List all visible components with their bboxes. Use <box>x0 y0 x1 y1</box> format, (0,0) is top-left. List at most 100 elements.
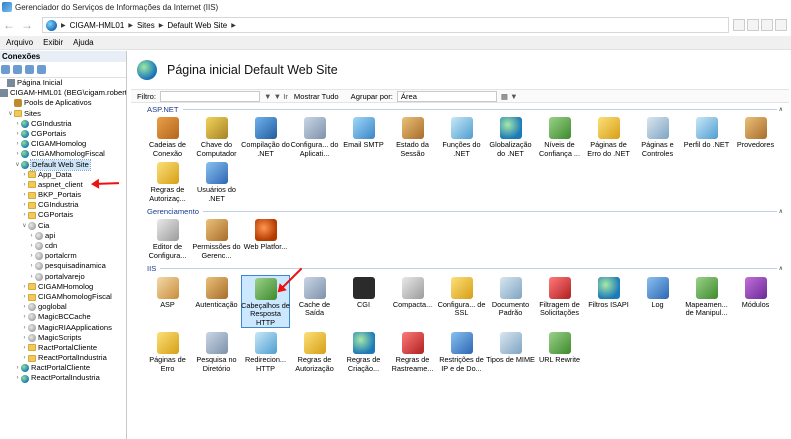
breadcrumb-server[interactable]: CIGAM-HML01 <box>70 21 125 30</box>
chevron-right-icon[interactable]: › <box>21 210 28 220</box>
chevron-right-icon[interactable]: › <box>21 190 28 200</box>
go-button[interactable]: ▼ ▼ Ir <box>264 92 288 101</box>
up-icon[interactable] <box>25 65 34 74</box>
chevron-right-icon[interactable]: › <box>21 302 28 312</box>
menu-arquivo[interactable]: Arquivo <box>6 38 33 47</box>
stop-icon[interactable] <box>733 19 745 31</box>
tree-node[interactable]: › MagicRIAApplications <box>0 323 126 333</box>
chevron-right-icon[interactable]: › <box>28 231 35 241</box>
tree-node[interactable]: › CGIndustria <box>0 119 126 129</box>
chevron-right-icon[interactable]: › <box>21 180 28 190</box>
chevron-down-icon[interactable]: ∨ <box>7 109 14 119</box>
tree-node[interactable]: › goglobal <box>0 302 126 312</box>
feature-item[interactable]: Mapeamen... de Manipul... <box>682 275 731 329</box>
chevron-right-icon[interactable]: › <box>21 323 28 333</box>
feature-item[interactable]: Regras de Criação... <box>339 330 388 373</box>
chevron-right-icon[interactable]: › <box>14 373 21 383</box>
chevron-right-icon[interactable]: ▶ <box>61 22 66 29</box>
feature-item[interactable]: Editor de Configura... <box>143 217 192 260</box>
feature-item[interactable]: Níveis de Confiança ... <box>535 115 584 158</box>
tree-node[interactable]: › CGPortais <box>0 129 126 139</box>
chevron-right-icon[interactable]: › <box>14 139 21 149</box>
view-icon[interactable]: ▦ ▼ <box>501 92 518 101</box>
feature-item[interactable]: Compilação do .NET <box>241 115 290 158</box>
tree-node[interactable]: › portalcrm <box>0 251 126 261</box>
chevron-right-icon[interactable]: › <box>14 129 21 139</box>
feature-item[interactable]: Perfil do .NET <box>682 115 731 158</box>
tree-node[interactable]: › CGPortais <box>0 210 126 220</box>
feature-item[interactable]: CGI <box>339 275 388 329</box>
collapse-icon[interactable]: ∧ <box>779 106 783 113</box>
chevron-right-icon[interactable]: › <box>21 312 28 322</box>
chevron-right-icon[interactable]: › <box>28 272 35 282</box>
feature-item[interactable]: Email SMTP <box>339 115 388 158</box>
feature-item[interactable]: Chave do Computador <box>192 115 241 158</box>
chevron-right-icon[interactable]: › <box>14 363 21 373</box>
tree-node[interactable]: › CIGAMHomolog <box>0 282 126 292</box>
tree-node[interactable]: Página Inicial <box>0 78 126 88</box>
save-icon[interactable] <box>13 65 22 74</box>
feature-item[interactable]: URL Rewrite <box>535 330 584 373</box>
section-header[interactable]: ASP.NET ∧ <box>129 103 791 115</box>
tree-node[interactable]: › ReactPortalIndustria <box>0 353 126 363</box>
chevron-right-icon[interactable]: › <box>21 170 28 180</box>
feature-item[interactable]: Tipos de MIME <box>486 330 535 373</box>
chevron-right-icon[interactable]: › <box>28 261 35 271</box>
feature-item[interactable]: Filtragem de Solicitações <box>535 275 584 329</box>
connections-icon[interactable] <box>37 65 46 74</box>
back-arrow-icon[interactable]: ← <box>0 16 18 34</box>
tree-node[interactable]: › MagicScripts <box>0 333 126 343</box>
feature-item[interactable]: Estado da Sessão <box>388 115 437 158</box>
refresh-icon[interactable] <box>747 19 759 31</box>
feature-item[interactable]: Documento Padrão <box>486 275 535 329</box>
tree-node[interactable]: › RactPortalCliente <box>0 343 126 353</box>
tree-node[interactable]: › App_Data <box>0 170 126 180</box>
section-header[interactable]: IIS ∧ <box>129 263 791 275</box>
help-icon[interactable] <box>775 19 787 31</box>
forward-arrow-icon[interactable]: → <box>18 16 36 34</box>
feature-item[interactable]: Permissões do Gerenc... <box>192 217 241 260</box>
tree-node[interactable]: › ReactPortalIndustria <box>0 373 126 383</box>
tree-node[interactable]: ∨ Default Web Site <box>0 158 126 171</box>
breadcrumb-site[interactable]: Default Web Site <box>167 21 227 30</box>
tree-node[interactable]: › CIGAMhomologFiscal <box>0 149 126 159</box>
tree-node[interactable]: › BKP_Portais <box>0 190 126 200</box>
chevron-right-icon[interactable]: › <box>21 353 28 363</box>
chevron-right-icon[interactable]: › <box>28 241 35 251</box>
filter-input[interactable] <box>159 90 260 102</box>
chevron-right-icon[interactable]: › <box>14 119 21 129</box>
tree-node[interactable]: › CGIndustria <box>0 200 126 210</box>
chevron-right-icon[interactable]: › <box>21 343 28 353</box>
feature-item[interactable]: Cache de Saída <box>290 275 339 329</box>
feature-item[interactable]: Usuários do .NET <box>192 160 241 203</box>
tree-node[interactable]: › CIGAMhomologFiscal <box>0 292 126 302</box>
feature-item[interactable]: ASP <box>143 275 192 329</box>
feature-item[interactable]: Funções do .NET <box>437 115 486 158</box>
tree-node[interactable]: Pools de Aplicativos <box>0 98 126 108</box>
chevron-right-icon[interactable]: ▶ <box>128 22 133 29</box>
chevron-right-icon[interactable]: › <box>21 200 28 210</box>
tree-node[interactable]: ∨ Sites <box>0 109 126 119</box>
feature-item[interactable]: Páginas de Erro do .NET <box>584 115 633 158</box>
feature-item[interactable]: Filtros ISAPI <box>584 275 633 329</box>
section-header[interactable]: Gerenciamento ∧ <box>129 205 791 217</box>
tree-node[interactable]: › portalvarejo <box>0 272 126 282</box>
feature-item[interactable]: Log <box>633 275 682 329</box>
group-by-select[interactable]: Área <box>396 90 497 102</box>
show-all-button[interactable]: Mostrar Tudo <box>294 92 339 101</box>
chevron-right-icon[interactable]: › <box>28 251 35 261</box>
feature-item[interactable]: Pesquisa no Diretório <box>192 330 241 373</box>
feature-item[interactable]: Páginas de Erro <box>143 330 192 373</box>
feature-item[interactable]: Provedores <box>731 115 780 158</box>
feature-item[interactable]: Globalização do .NET <box>486 115 535 158</box>
feature-item[interactable]: Cadeias de Conexão <box>143 115 192 158</box>
chevron-right-icon[interactable]: ▶ <box>231 22 236 29</box>
chevron-down-icon[interactable]: ∨ <box>14 160 21 170</box>
breadcrumb[interactable]: ▶ CIGAM-HML01 ▶ Sites ▶ Default Web Site… <box>42 17 729 33</box>
chevron-right-icon[interactable]: › <box>21 333 28 343</box>
tree-node[interactable]: CIGAM-HML01 (BEG\cigam.roberto) <box>0 88 126 98</box>
feature-item[interactable]: Páginas e Controles <box>633 115 682 158</box>
chevron-right-icon[interactable]: › <box>21 292 28 302</box>
feature-item[interactable]: Compacta... <box>388 275 437 329</box>
chevron-right-icon[interactable]: › <box>21 282 28 292</box>
